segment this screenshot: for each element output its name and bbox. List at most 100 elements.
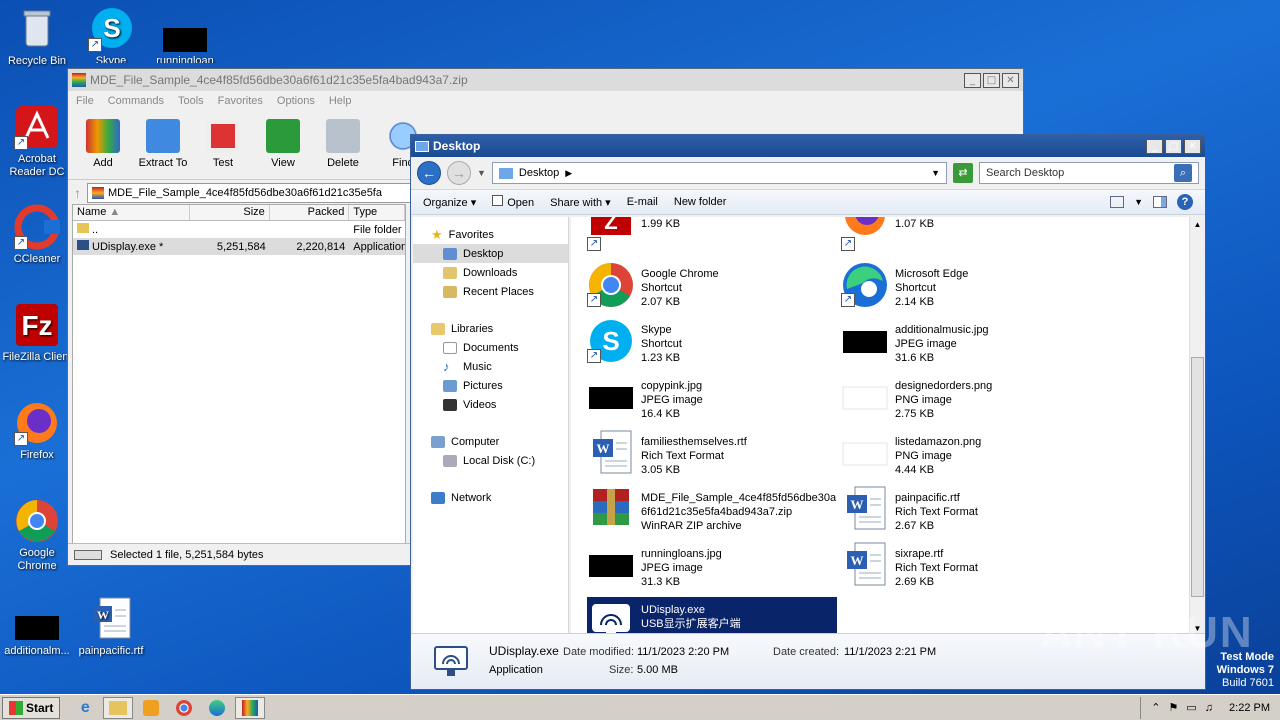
start-button[interactable]: Start [2,696,61,719]
scroll-up-arrow[interactable]: ▲ [1190,217,1205,233]
preview-pane-icon[interactable] [1153,196,1167,208]
menu-options[interactable]: Options [277,95,315,107]
test-button[interactable]: Test [198,115,248,175]
menu-help[interactable]: Help [329,95,352,107]
clock[interactable]: 2:22 PM [1229,702,1270,714]
table-row[interactable]: UDisplay.exe * 5,251,584 2,220,814 Appli… [73,238,405,255]
desktop-icon-runningloan[interactable]: runningloan [148,6,222,63]
taskbar-winrar[interactable] [235,696,266,719]
file-tile[interactable]: Wsixrape.rtf Rich Text Format 2.69 KB [841,541,1091,595]
nav-item-pictures[interactable]: Pictures [413,376,568,395]
scroll-thumb[interactable] [1191,357,1204,597]
column-size[interactable]: Size [190,205,270,220]
search-icon[interactable]: ⌕ [1174,164,1192,182]
file-tile[interactable]: ↗ 1.07 KB [841,217,1091,259]
nav-favorites[interactable]: ★ Favorites [413,225,568,244]
chevron-down-icon[interactable]: ▼ [1134,197,1143,207]
extract-to-button[interactable]: Extract To [138,115,188,175]
menu-tools[interactable]: Tools [178,95,204,107]
file-tile[interactable]: ↗ Microsoft Edge Shortcut 2.14 KB [841,261,1091,315]
address-bar[interactable]: Desktop ▶ ▼ [491,162,947,184]
close-button[interactable]: ✕ [1002,72,1019,88]
chevron-down-icon[interactable]: ▼ [477,168,486,178]
refresh-button[interactable]: ⇄ [953,163,973,183]
file-tile[interactable]: listedamazon.png PNG image 4.44 KB [841,429,1091,483]
file-tile-text: runningloans.jpg JPEG image 31.3 KB [641,541,722,595]
file-tile[interactable]: MDE_File_Sample_4ce4f85fd56dbe30a 6f61d21… [587,485,837,539]
action-center-icon[interactable]: ⚑ [1169,701,1179,714]
search-input[interactable]: Search Desktop ⌕ [979,162,1199,184]
back-button[interactable]: ← [417,161,441,185]
column-name[interactable]: Name ▲ [73,205,191,220]
help-icon[interactable]: ? [1177,194,1193,210]
add-button[interactable]: Add [78,115,128,175]
desktop-icon-chrome[interactable]: Google Chrome [0,498,74,573]
file-tile[interactable]: ↗ Google Chrome Shortcut 2.07 KB [587,261,837,315]
file-tile[interactable]: Z ↗ 1.99 KB [587,217,837,259]
nav-network[interactable]: Network [413,488,568,507]
menu-favorites[interactable]: Favorites [218,95,263,107]
share-with-button[interactable]: Share with ▾ [550,196,611,209]
column-packed[interactable]: Packed [270,205,350,220]
nav-item-desktop[interactable]: Desktop [413,244,568,263]
file-tile[interactable]: Wpainpacific.rtf Rich Text Format 2.67 KB [841,485,1091,539]
nav-item-recent-places[interactable]: Recent Places [413,282,568,301]
taskbar-chrome[interactable] [169,697,199,719]
desktop-icon-label: Acrobat Reader DC [9,153,65,178]
desktop-icon-label: painpacific.rtf [78,645,144,657]
nav-item-videos[interactable]: Videos [413,395,568,414]
maximize-button[interactable]: □ [983,72,1000,88]
file-tile[interactable]: copypink.jpg JPEG image 16.4 KB [587,373,837,427]
desktop-icon-acrobat[interactable]: ↗ Acrobat Reader DC [0,104,74,179]
chevron-down-icon[interactable]: ▼ [931,168,940,178]
taskbar-media-player[interactable] [136,697,166,719]
desktop-icon-additionalmusic[interactable]: additionalm... [0,596,74,658]
desktop-icon-recycle-bin[interactable]: Recycle Bin [0,6,74,68]
view-options-icon[interactable] [1110,196,1125,208]
nav-libraries[interactable]: Libraries [413,319,568,338]
nav-item-downloads[interactable]: Downloads [413,263,568,282]
file-tile[interactable]: additionalmusic.jpg JPEG image 31.6 KB [841,317,1091,371]
maximize-button[interactable]: □ [1165,138,1182,154]
open-button[interactable]: Open [492,195,534,209]
tray-expand-icon[interactable]: ⌃ [1151,701,1160,714]
nav-computer[interactable]: Computer [413,432,568,451]
volume-icon[interactable]: ♫ [1205,702,1213,714]
desktop-icon-ccleaner[interactable]: ↗ CCleaner [0,204,74,266]
file-tile[interactable]: Wfamiliesthemselves.rtf Rich Text Format 3… [587,429,837,483]
winrar-icon [587,485,635,533]
up-arrow-icon[interactable]: ↑ [74,185,81,201]
file-tile[interactable]: S ↗ Skype Shortcut 1.23 KB [587,317,837,371]
view-button[interactable]: View [258,115,308,175]
email-button[interactable]: E-mail [627,196,658,208]
menu-commands[interactable]: Commands [108,95,164,107]
desktop-icon-skype[interactable]: S ↗ Skype [74,6,148,63]
minimize-button[interactable]: _ [1146,138,1163,154]
delete-button[interactable]: Delete [318,115,368,175]
nav-item-documents[interactable]: Documents [413,338,568,357]
taskbar-explorer[interactable] [103,696,134,719]
network-tray-icon[interactable]: ▭ [1186,701,1196,714]
desktop-icon-painpacific[interactable]: W painpacific.rtf [74,596,148,658]
file-tile[interactable]: designedorders.png PNG image 2.75 KB [841,373,1091,427]
vertical-scrollbar[interactable]: ▲ ▼ [1189,217,1205,637]
chevron-down-icon[interactable]: ▶ [565,168,572,179]
taskbar-ie[interactable]: e [70,697,100,719]
taskbar-edge[interactable] [202,697,232,719]
desktop-icon-filezilla[interactable]: Fz FileZilla Client [0,302,74,364]
minimize-button[interactable]: _ [964,72,981,88]
forward-button[interactable]: → [447,161,471,185]
nav-item-music[interactable]: ♪ Music [413,357,568,376]
nav-item-local-disk[interactable]: Local Disk (C:) [413,451,568,470]
column-type[interactable]: Type [349,205,406,220]
file-tile[interactable]: UDisplay.exeUSB显示扩展客户端SAGE [587,597,837,637]
menu-file[interactable]: File [76,95,94,107]
desktop-icon-firefox[interactable]: ↗ Firefox [0,400,74,462]
file-tile[interactable]: runningloans.jpg JPEG image 31.3 KB [587,541,837,595]
downloads-icon [443,266,457,279]
new-folder-button[interactable]: New folder [674,196,727,208]
organize-button[interactable]: Organize ▾ [423,196,476,209]
file-name: runningloans.jpg [641,548,722,560]
table-row[interactable]: .. File folder [73,221,405,238]
close-button[interactable]: ✕ [1184,138,1201,154]
